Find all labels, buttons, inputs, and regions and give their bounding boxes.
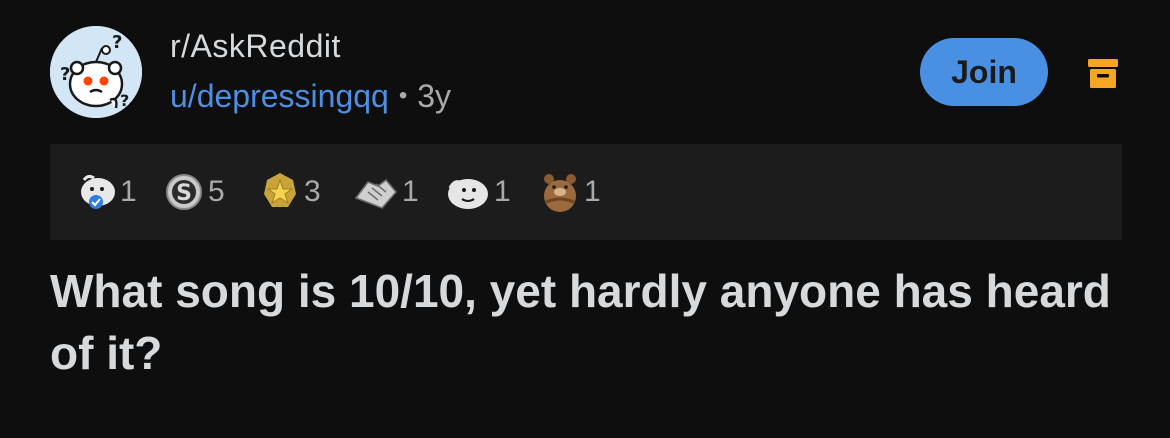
award-item[interactable]: 1 bbox=[444, 170, 511, 214]
svg-text:?: ? bbox=[60, 64, 70, 85]
svg-text:?: ? bbox=[112, 32, 122, 53]
award-item[interactable]: 1 bbox=[352, 170, 419, 214]
handshake-icon bbox=[354, 178, 397, 209]
post-header: ? ? ? r/AskReddit u/depressingqq • 3y Join bbox=[50, 26, 1122, 122]
gold-star-icon bbox=[264, 173, 296, 207]
silver-coin-icon: S bbox=[166, 174, 202, 210]
award-count: 1 bbox=[120, 175, 137, 208]
post-title[interactable]: What song is 10/10, yet hardly anyone ha… bbox=[50, 260, 1122, 384]
svg-text:?: ? bbox=[120, 91, 129, 110]
award-count: 1 bbox=[584, 175, 601, 208]
award-count: 3 bbox=[304, 175, 321, 208]
subreddit-name[interactable]: r/AskReddit bbox=[170, 28, 341, 65]
meta-separator: • bbox=[398, 82, 408, 109]
archive-icon[interactable] bbox=[1086, 56, 1120, 90]
post-meta: u/depressingqq • 3y bbox=[170, 78, 451, 115]
author-link[interactable]: u/depressingqq bbox=[170, 78, 389, 114]
svg-text:S: S bbox=[176, 181, 192, 206]
award-item[interactable]: 3 bbox=[258, 170, 321, 214]
award-item[interactable]: S 5 bbox=[162, 170, 225, 214]
snoo-confused-icon: ? ? ? bbox=[50, 26, 142, 118]
join-button[interactable]: Join bbox=[920, 38, 1048, 106]
award-count: 5 bbox=[208, 175, 225, 208]
post-age: 3y bbox=[417, 78, 452, 114]
awards-bar[interactable]: 1 S 5 3 1 1 1 bbox=[50, 144, 1122, 240]
award-item[interactable]: 1 bbox=[74, 170, 137, 214]
helpful-face-icon bbox=[448, 179, 488, 209]
award-item[interactable]: 1 bbox=[538, 170, 601, 214]
award-count: 1 bbox=[494, 175, 511, 208]
wholesome-seal-icon bbox=[81, 174, 115, 209]
bear-hug-icon bbox=[544, 174, 576, 212]
subreddit-avatar[interactable]: ? ? ? bbox=[50, 26, 142, 118]
award-count: 1 bbox=[402, 175, 419, 208]
